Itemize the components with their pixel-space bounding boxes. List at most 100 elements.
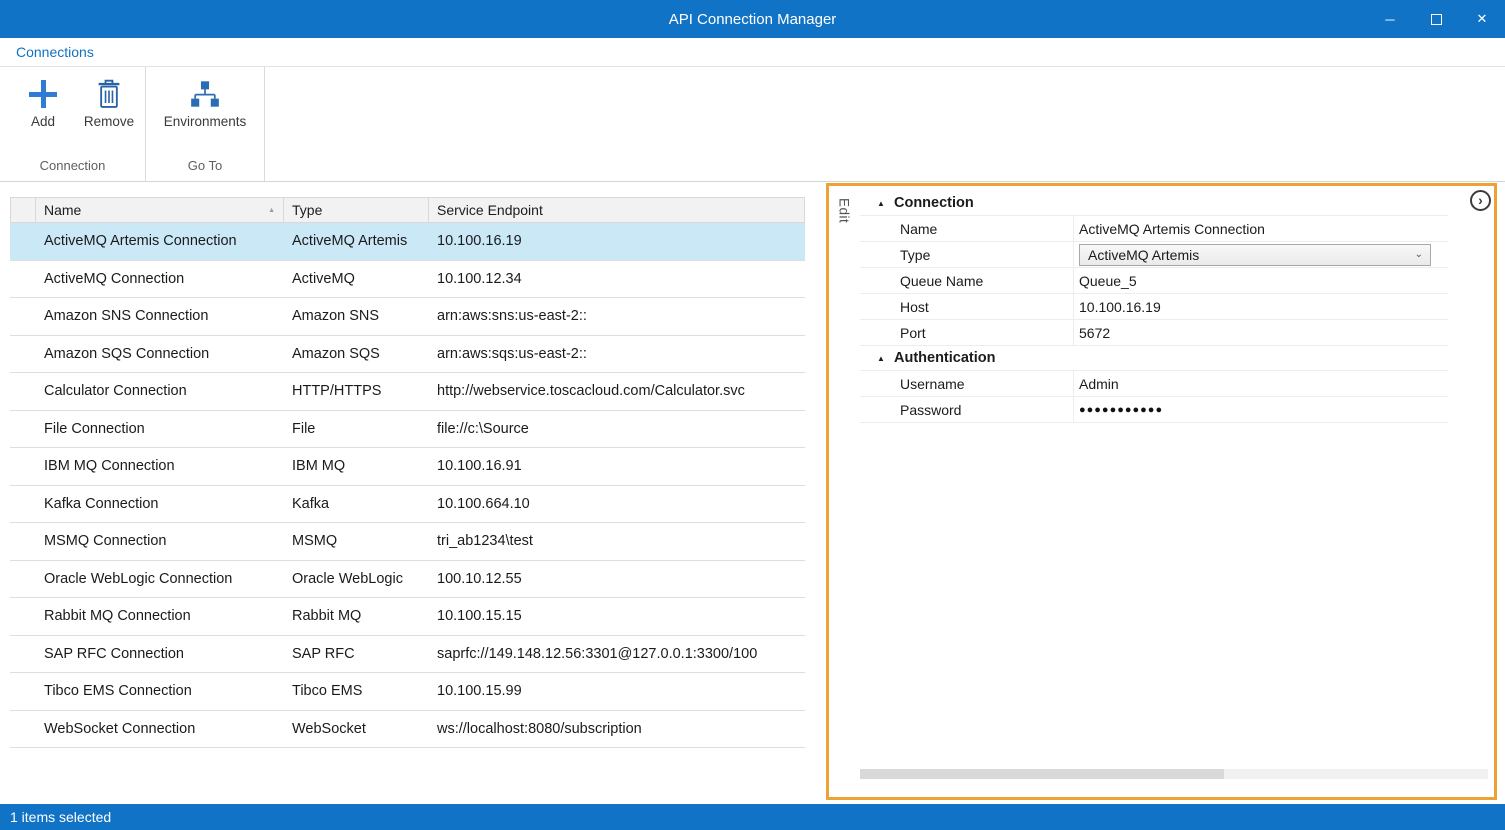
add-button[interactable]: Add — [10, 67, 76, 129]
table-row[interactable]: File ConnectionFilefile://c:\Source — [10, 411, 805, 449]
table-row[interactable]: Rabbit MQ ConnectionRabbit MQ10.100.15.1… — [10, 598, 805, 636]
cell-type: ActiveMQ Artemis — [284, 233, 429, 249]
group-label: Authentication — [894, 350, 996, 366]
property-row: Queue NameQueue_5 — [860, 268, 1448, 294]
trash-icon — [96, 79, 122, 109]
table-row[interactable]: Kafka ConnectionKafka10.100.664.10 — [10, 486, 805, 524]
cell-name: File Connection — [36, 421, 284, 437]
field-password[interactable]: ●●●●●●●●●●● — [1079, 404, 1163, 416]
remove-button[interactable]: Remove — [76, 67, 142, 129]
cell-endpoint: tri_ab1234\test — [429, 533, 805, 549]
edit-panel-tab-label: Edit — [837, 198, 852, 797]
chevron-down-icon: ⌄ — [1415, 250, 1423, 260]
property-group-header[interactable]: ▲Connection — [860, 191, 1448, 216]
status-text: 1 items selected — [10, 809, 111, 825]
field-port[interactable]: 5672 — [1079, 325, 1110, 341]
table-row[interactable]: Tibco EMS ConnectionTibco EMS10.100.15.9… — [10, 673, 805, 711]
table-row[interactable]: ActiveMQ Artemis ConnectionActiveMQ Arte… — [10, 223, 805, 261]
column-header-endpoint[interactable]: Service Endpoint — [429, 197, 805, 223]
property-value-cell: 10.100.16.19 — [1073, 294, 1448, 319]
maximize-icon — [1431, 14, 1442, 25]
environments-button-label: Environments — [164, 114, 247, 129]
cell-endpoint: 10.100.12.34 — [429, 271, 805, 287]
column-header-name-label: Name — [44, 202, 81, 218]
titlebar[interactable]: API Connection Manager ─ ✕ — [0, 0, 1505, 38]
cell-name: WebSocket Connection — [36, 721, 284, 737]
cell-endpoint: saprfc://149.148.12.56:3301@127.0.0.1:33… — [429, 646, 805, 662]
ribbon: Add Remove Connection — [0, 67, 1505, 182]
table-row[interactable]: SAP RFC ConnectionSAP RFCsaprfc://149.14… — [10, 636, 805, 674]
environments-hierarchy-icon — [190, 80, 220, 108]
table-row[interactable]: MSMQ ConnectionMSMQtri_ab1234\test — [10, 523, 805, 561]
horizontal-scrollbar[interactable] — [860, 769, 1488, 779]
cell-endpoint: 10.100.16.91 — [429, 458, 805, 474]
property-group-header[interactable]: ▲Authentication — [860, 346, 1448, 371]
table-row[interactable]: WebSocket ConnectionWebSocketws://localh… — [10, 711, 805, 749]
edit-panel-tab[interactable]: Edit — [829, 186, 859, 797]
cell-name: Amazon SQS Connection — [36, 346, 284, 362]
ribbon-group-goto: Environments Go To — [146, 67, 265, 181]
cell-name: Oracle WebLogic Connection — [36, 571, 284, 587]
column-header-endpoint-label: Service Endpoint — [437, 202, 543, 218]
collapse-panel-button[interactable]: › — [1470, 190, 1491, 211]
cell-name: MSMQ Connection — [36, 533, 284, 549]
field-host[interactable]: 10.100.16.19 — [1079, 299, 1161, 315]
minimize-button[interactable]: ─ — [1367, 0, 1413, 38]
cell-name: Amazon SNS Connection — [36, 308, 284, 324]
column-header-name[interactable]: Name ▲ — [36, 197, 284, 223]
field-username[interactable]: Admin — [1079, 376, 1119, 392]
field-name[interactable]: ActiveMQ Artemis Connection — [1079, 221, 1265, 237]
property-row: TypeActiveMQ Artemis⌄ — [860, 242, 1448, 268]
property-value-cell: 5672 — [1073, 320, 1448, 345]
scrollbar-thumb[interactable] — [860, 769, 1224, 779]
selector-column-header[interactable] — [10, 197, 36, 223]
ribbon-group-label-connection: Connection — [0, 155, 145, 181]
property-row: Password ●●●●●●●●●●● — [860, 397, 1448, 423]
cell-endpoint: 10.100.664.10 — [429, 496, 805, 512]
cell-endpoint: 10.100.15.99 — [429, 683, 805, 699]
cell-type: WebSocket — [284, 721, 429, 737]
cell-name: Rabbit MQ Connection — [36, 608, 284, 624]
environments-button[interactable]: Environments — [154, 67, 256, 129]
cell-name: Kafka Connection — [36, 496, 284, 512]
add-icon — [28, 79, 58, 109]
type-combobox[interactable]: ActiveMQ Artemis ⌄ — [1079, 244, 1431, 266]
status-bar: 1 items selected — [0, 804, 1505, 830]
window: API Connection Manager ─ ✕ Connections — [0, 0, 1505, 830]
table-row[interactable]: Oracle WebLogic ConnectionOracle WebLogi… — [10, 561, 805, 599]
cell-type: Rabbit MQ — [284, 608, 429, 624]
column-header-type[interactable]: Type — [284, 197, 429, 223]
table-row[interactable]: IBM MQ ConnectionIBM MQ10.100.16.91 — [10, 448, 805, 486]
property-row: Host10.100.16.19 — [860, 294, 1448, 320]
cell-name: IBM MQ Connection — [36, 458, 284, 474]
table-row[interactable]: ActiveMQ ConnectionActiveMQ10.100.12.34 — [10, 261, 805, 299]
property-value-cell: ●●●●●●●●●●● — [1073, 397, 1448, 422]
property-value-cell: ActiveMQ Artemis Connection — [1073, 216, 1448, 241]
property-label: Name — [860, 216, 1073, 241]
property-value-cell: ActiveMQ Artemis ⌄ — [1073, 242, 1448, 267]
combobox-value: ActiveMQ Artemis — [1088, 247, 1199, 263]
cell-endpoint: ws://localhost:8080/subscription — [429, 721, 805, 737]
property-row: Name ActiveMQ Artemis Connection — [860, 216, 1448, 242]
table-row[interactable]: Calculator ConnectionHTTP/HTTPShttp://we… — [10, 373, 805, 411]
cell-type: ActiveMQ — [284, 271, 429, 287]
close-button[interactable]: ✕ — [1459, 0, 1505, 38]
ribbon-group-connection: Add Remove Connection — [0, 67, 146, 181]
tab-connections[interactable]: Connections — [16, 44, 94, 60]
table-header: Name ▲ Type Service Endpoint — [10, 197, 805, 223]
cell-type: Tibco EMS — [284, 683, 429, 699]
cell-endpoint: 10.100.16.19 — [429, 233, 805, 249]
cell-type: MSMQ — [284, 533, 429, 549]
property-value-cell: Admin — [1073, 371, 1448, 396]
group-label: Connection — [894, 195, 974, 211]
cell-type: IBM MQ — [284, 458, 429, 474]
table-row[interactable]: Amazon SQS ConnectionAmazon SQSarn:aws:s… — [10, 336, 805, 374]
edit-panel: Edit › ▲ConnectionName ActiveMQ Artemis C… — [826, 183, 1497, 800]
cell-endpoint: 10.100.15.15 — [429, 608, 805, 624]
field-queue-name[interactable]: Queue_5 — [1079, 273, 1137, 289]
maximize-button[interactable] — [1413, 0, 1459, 38]
cell-name: ActiveMQ Connection — [36, 271, 284, 287]
property-label: Password — [860, 397, 1073, 422]
cell-type: Kafka — [284, 496, 429, 512]
table-row[interactable]: Amazon SNS ConnectionAmazon SNSarn:aws:s… — [10, 298, 805, 336]
